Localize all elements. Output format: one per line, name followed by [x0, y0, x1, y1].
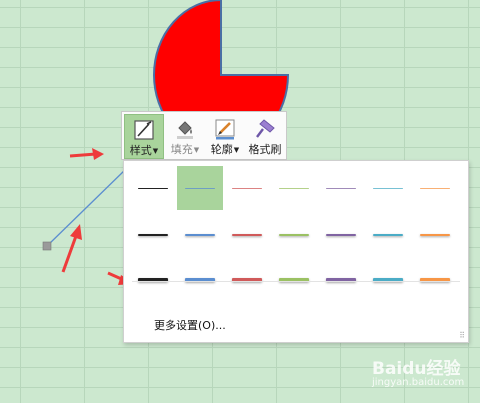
pencil-icon: [215, 119, 235, 140]
watermark-brand: Baidu经验: [372, 359, 461, 379]
fill-button[interactable]: 填充▼: [165, 114, 205, 159]
line-sample: [420, 187, 450, 189]
red-arrow-line: [61, 224, 82, 273]
style-button[interactable]: 样式▼: [124, 114, 164, 159]
line-sample: [326, 187, 356, 189]
resize-grip-icon[interactable]: ⠿: [459, 331, 465, 340]
line-sample: [138, 233, 168, 237]
line-style-swatch[interactable]: [412, 258, 458, 302]
baidu-watermark: Baidu经验 jingyan.baidu.com: [372, 350, 472, 398]
chevron-down-icon: ▼: [193, 145, 200, 154]
line-style-swatch[interactable]: [412, 213, 458, 257]
line-style-swatch[interactable]: [318, 166, 364, 210]
line-style-swatch[interactable]: [365, 258, 411, 302]
style-icon: [134, 120, 154, 140]
line-sample: [138, 187, 168, 189]
line-style-swatch[interactable]: [224, 166, 270, 210]
fill-button-label: 填充: [170, 143, 193, 156]
line-style-swatch[interactable]: [318, 258, 364, 302]
line-style-swatch[interactable]: [412, 166, 458, 210]
line-sample: [373, 233, 403, 237]
line-endpoint-handle[interactable]: [42, 241, 52, 251]
line-shape[interactable]: [46, 167, 128, 247]
shape-format-toolbar: 样式▼ 填充▼ 轮廓▼ 格式刷: [121, 111, 287, 160]
line-style-swatch[interactable]: [177, 166, 223, 210]
line-sample: [279, 187, 309, 189]
line-style-swatch[interactable]: [224, 213, 270, 257]
line-style-swatch[interactable]: [224, 258, 270, 302]
format-painter-label: 格式刷: [248, 143, 282, 156]
line-style-swatch[interactable]: [365, 166, 411, 210]
line-style-swatch[interactable]: [177, 213, 223, 257]
line-sample: [420, 233, 450, 237]
line-sample: [185, 233, 215, 237]
line-style-swatch[interactable]: [177, 258, 223, 302]
style-button-label: 样式: [129, 144, 152, 157]
line-style-swatch[interactable]: [318, 213, 364, 257]
outline-button-label: 轮廓: [210, 143, 233, 156]
line-style-swatch[interactable]: [130, 258, 176, 302]
line-style-swatch[interactable]: [271, 213, 317, 257]
more-settings-item[interactable]: 更多设置(O)...: [154, 317, 226, 333]
line-style-swatch[interactable]: [365, 213, 411, 257]
red-arrow-toolbar: [69, 148, 104, 160]
line-style-dropdown: 更多设置(O)... ⠿: [123, 160, 469, 343]
line-sample: [373, 187, 403, 189]
line-style-swatch[interactable]: [130, 166, 176, 210]
format-painter-icon: [256, 119, 275, 138]
watermark-url: jingyan.baidu.com: [372, 377, 465, 388]
paint-bucket-icon: [177, 121, 193, 139]
outline-button[interactable]: 轮廓▼: [205, 114, 245, 159]
chevron-down-icon: ▼: [233, 145, 240, 154]
line-style-swatch[interactable]: [271, 258, 317, 302]
line-style-swatch[interactable]: [130, 213, 176, 257]
line-sample: [232, 233, 262, 237]
line-sample: [185, 187, 215, 189]
line-sample: [232, 187, 262, 189]
chevron-down-icon: ▼: [152, 146, 159, 155]
line-sample: [326, 233, 356, 237]
line-style-swatch[interactable]: [271, 166, 317, 210]
menu-divider: [132, 281, 460, 282]
line-sample: [279, 233, 309, 237]
format-painter-button[interactable]: 格式刷: [245, 114, 285, 159]
